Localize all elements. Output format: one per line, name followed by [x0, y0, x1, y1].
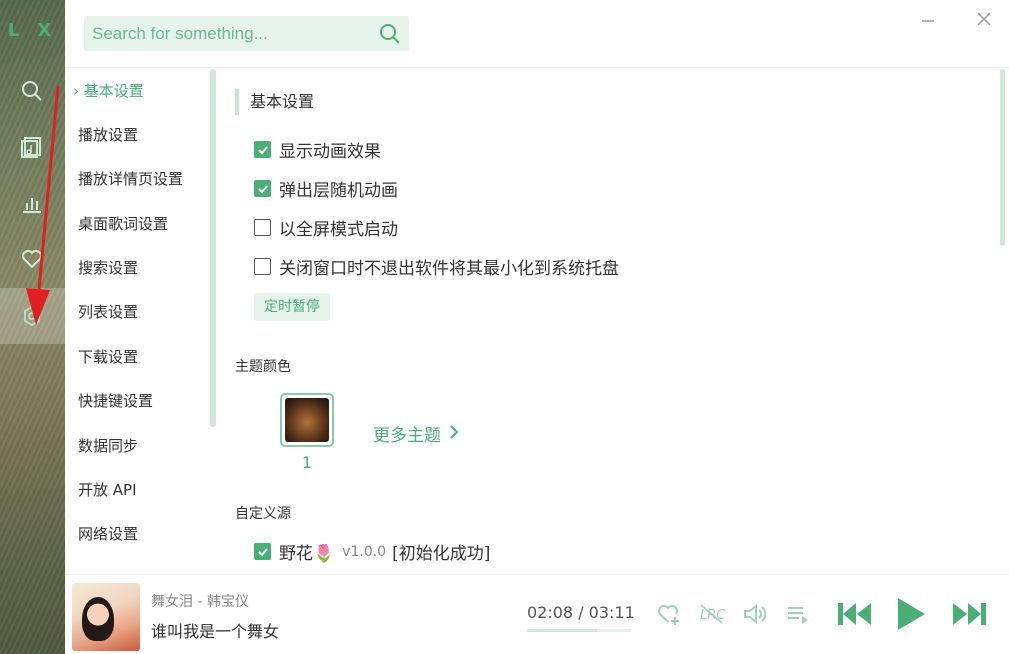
settings-nav-item-open-api[interactable]: 开放 API: [78, 479, 137, 501]
minimize-icon[interactable]: [917, 8, 939, 30]
source-name: 野花🌷: [279, 544, 335, 564]
volume-icon[interactable]: [740, 597, 770, 631]
settings-nav-item-list[interactable]: 列表设置: [78, 301, 138, 323]
song-title[interactable]: 舞女泪 - 韩宝仪: [151, 591, 249, 611]
checkbox-unchecked-icon[interactable]: [254, 219, 271, 236]
option-minimize-to-tray[interactable]: 关闭窗口时不退出软件将其最小化到系统托盘: [254, 254, 619, 279]
settings-nav-item-sync[interactable]: 数据同步: [78, 435, 138, 457]
checkbox-checked-icon[interactable]: [254, 141, 271, 158]
settings-nav-label: 基本设置: [83, 82, 144, 100]
playlist-mode-icon[interactable]: [783, 597, 813, 631]
settings-nav-item-search[interactable]: 搜索设置: [78, 257, 138, 279]
chevron-right-icon: ›: [73, 82, 79, 100]
settings-nav-item-desktop-lyric[interactable]: 桌面歌词设置: [78, 213, 168, 235]
content-scrollbar[interactable]: [1000, 69, 1005, 246]
source-version: v1.0.0: [342, 543, 387, 560]
settings-nav-item-basic[interactable]: › 基本设置: [73, 80, 144, 102]
more-themes-label: 更多主题: [373, 426, 441, 446]
theme-section-title: 主题颜色: [235, 359, 291, 375]
option-label: 显示动画效果: [279, 142, 381, 162]
option-fullscreen-start[interactable]: 以全屏模式启动: [254, 215, 398, 240]
song-lyric: 谁叫我是一个舞女: [151, 622, 280, 641]
nav-search-icon[interactable]: [18, 77, 46, 105]
option-popup-random-animation[interactable]: 弹出层随机动画: [254, 176, 398, 201]
album-cover-portrait: [82, 597, 114, 641]
search-input[interactable]: [92, 23, 372, 44]
settings-nav: › 基本设置 播放设置 播放详情页设置 桌面歌词设置 搜索设置 列表设置 下载设…: [65, 69, 210, 574]
option-show-animation[interactable]: 显示动画效果: [254, 137, 381, 162]
settings-content: 基本设置 显示动画效果 弹出层随机动画 以全屏模式启动 关闭窗口时不退出软件将其…: [215, 69, 1005, 574]
search-box[interactable]: [84, 16, 409, 51]
settings-nav-item-hotkey[interactable]: 快捷键设置: [78, 390, 153, 412]
main-panel: › 基本设置 播放设置 播放详情页设置 桌面歌词设置 搜索设置 列表设置 下载设…: [65, 0, 1009, 654]
player-bar: 舞女泪 - 韩宝仪 谁叫我是一个舞女 02:08 / 03:11 LRC: [65, 574, 1009, 654]
chevron-right-icon: [449, 424, 459, 444]
album-cover[interactable]: [72, 583, 140, 651]
progress-fill: [527, 629, 597, 632]
play-icon[interactable]: [893, 597, 929, 631]
nav-settings-icon[interactable]: [18, 302, 46, 330]
theme-thumbnail: [285, 398, 329, 442]
more-themes-link[interactable]: 更多主题: [373, 421, 459, 446]
settings-nav-item-play[interactable]: 播放设置: [78, 124, 138, 146]
theme-name: 1: [301, 453, 313, 472]
close-icon[interactable]: [973, 8, 995, 30]
option-label: 以全屏模式启动: [279, 220, 398, 240]
nav-heart-icon[interactable]: [18, 245, 46, 273]
settings-nav-item-network[interactable]: 网络设置: [78, 523, 138, 545]
desktop-lyric-icon[interactable]: LRC: [697, 597, 727, 631]
nav-music-list-icon[interactable]: [18, 133, 46, 161]
play-time: 02:08 / 03:11: [527, 603, 635, 622]
next-track-icon[interactable]: [949, 597, 989, 631]
progress-bar[interactable]: [527, 629, 631, 632]
source-status: [初始化成功]: [392, 544, 491, 564]
add-to-favorite-icon[interactable]: [655, 597, 685, 631]
search-icon[interactable]: [379, 23, 401, 49]
section-title: 基本设置: [235, 89, 314, 115]
settings-nav-item-download[interactable]: 下载设置: [78, 346, 138, 368]
checkbox-checked-icon[interactable]: [254, 543, 271, 560]
timer-pause-button[interactable]: 定时暂停: [254, 293, 330, 321]
top-bar: [65, 0, 1009, 68]
nav-leaderboard-icon[interactable]: [18, 189, 46, 217]
previous-track-icon[interactable]: [835, 597, 875, 631]
checkbox-checked-icon[interactable]: [254, 180, 271, 197]
custom-source-title: 自定义源: [235, 506, 291, 522]
option-label: 关闭窗口时不退出软件将其最小化到系统托盘: [279, 259, 619, 279]
app-logo: L X: [7, 20, 58, 41]
theme-card[interactable]: [280, 393, 334, 447]
settings-nav-item-play-detail[interactable]: 播放详情页设置: [78, 168, 183, 190]
option-label: 弹出层随机动画: [279, 181, 398, 201]
custom-source-item[interactable]: 野花🌷 v1.0.0 [初始化成功]: [254, 539, 490, 564]
checkbox-unchecked-icon[interactable]: [254, 258, 271, 275]
